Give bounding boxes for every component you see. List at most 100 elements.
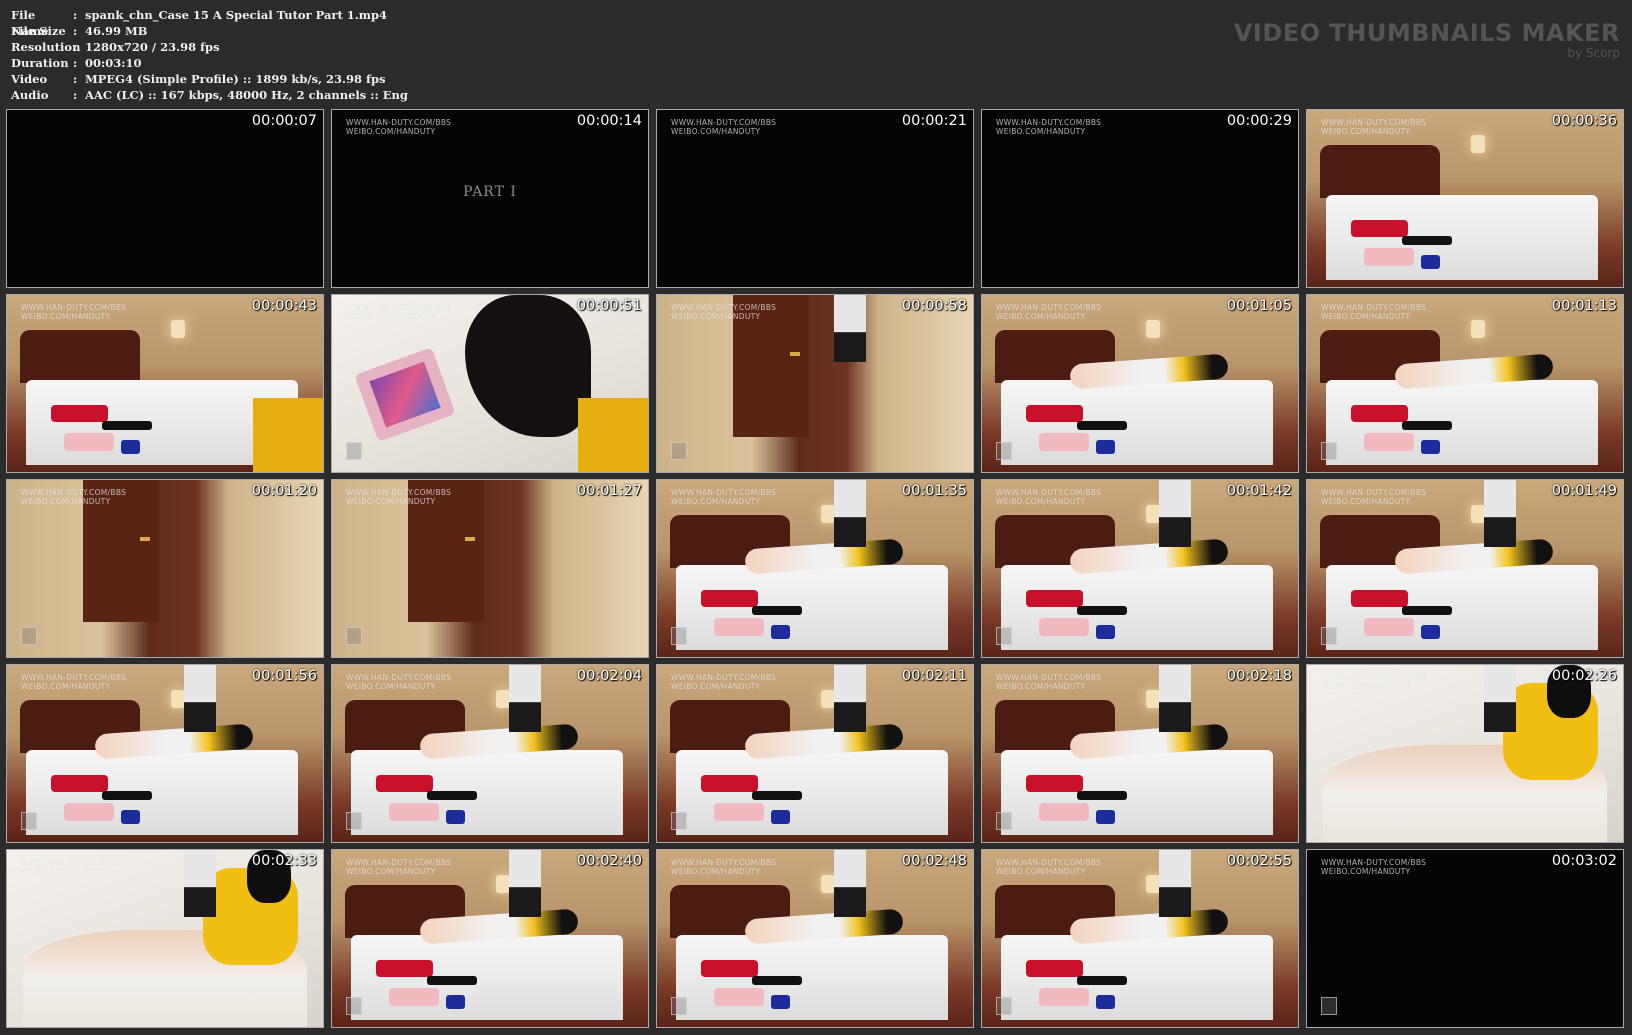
headboard <box>19 330 140 384</box>
site-watermark: WWW.HAN-DUTY.COM/BBS WEIBO.COM/HANDUTY <box>21 673 126 691</box>
watermark-line: WWW.HAN-DUTY.COM/BBS <box>1321 488 1427 497</box>
timestamp-label: 00:00:36 <box>1551 113 1617 129</box>
file-info-key: File Name <box>11 8 49 38</box>
pink-clothing <box>713 803 765 821</box>
pink-clothing <box>63 803 115 821</box>
timestamp-label: 00:00:14 <box>576 113 642 129</box>
headboard <box>1319 145 1440 199</box>
standing-person <box>1483 480 1516 548</box>
video-thumbnail: WWW.HAN-DUTY.COM/BBS WEIBO.COM/HANDUTY 00:… <box>331 479 649 658</box>
timestamp-label: 00:02:18 <box>1226 668 1292 684</box>
site-watermark: WWW.HAN-DUTY.COM/BBS WEIBO.COM/HANDUTY <box>671 488 776 506</box>
file-info-key: Audio <box>11 88 49 102</box>
bed <box>1325 564 1598 650</box>
watermark-line: WEIBO.COM/HANDUTY <box>346 497 436 506</box>
studio-logo <box>996 812 1012 830</box>
black-clothing <box>751 975 803 985</box>
blue-clothing <box>120 810 140 825</box>
studio-logo <box>671 812 687 830</box>
watermark-line: WEIBO.COM/HANDUTY <box>346 867 436 876</box>
site-watermark: WWW.HAN-DUTY.COM/BBS WEIBO.COM/HANDUTY <box>1321 303 1426 321</box>
standing-person <box>508 665 541 733</box>
watermark-line: WEIBO.COM/HANDUTY <box>346 127 436 136</box>
studio-logo <box>671 442 687 460</box>
blue-clothing <box>1420 625 1440 640</box>
blue-clothing <box>1095 625 1115 640</box>
red-clothing <box>51 404 109 423</box>
black-clothing <box>426 790 478 800</box>
video-thumbnail: WWW.HAN-DUTY.COM/BBS WEIBO.COM/HANDUTY 00:… <box>331 849 649 1028</box>
video-thumbnail: WWW.HAN-DUTY.COM/BBS WEIBO.COM/HANDUTY 00:… <box>656 294 974 473</box>
site-watermark: WWW.HAN-DUTY.COM/BBS WEIBO.COM/HANDUTY <box>346 488 451 506</box>
file-info-value: MPEG4 (Simple Profile) :: 1899 kb/s, 23.… <box>85 72 386 86</box>
site-watermark: WWW.HAN-DUTY.COM/BBS WEIBO.COM/HANDUTY <box>671 303 776 321</box>
watermark-line: WEIBO.COM/HANDUTY <box>671 867 761 876</box>
blue-clothing <box>1095 995 1115 1010</box>
watermark-line: WWW.HAN-DUTY.COM/BBS <box>346 858 452 867</box>
black-clothing <box>101 420 153 430</box>
red-clothing <box>1351 589 1409 608</box>
watermark-line: WEIBO.COM/HANDUTY <box>996 127 1086 136</box>
studio-logo <box>346 627 362 645</box>
video-thumbnail: 00:00:07 <box>6 109 324 288</box>
video-thumbnail: WWW.HAN-DUTY.COM/BBS WEIBO.COM/HANDUTY 00:… <box>1306 109 1624 288</box>
hair <box>464 295 592 437</box>
file-info-value: 1280x720 / 23.98 fps <box>85 40 220 54</box>
watermark-line: WEIBO.COM/HANDUTY <box>21 497 111 506</box>
site-watermark: WWW.HAN-DUTY.COM/BBS WEIBO.COM/HANDUTY <box>996 858 1101 876</box>
watermark-line: WWW.HAN-DUTY.COM/BBS <box>1321 118 1427 127</box>
lamp <box>171 319 186 338</box>
red-clothing <box>376 774 434 793</box>
door-handle <box>464 536 475 541</box>
site-watermark: WWW.HAN-DUTY.COM/BBS WEIBO.COM/HANDUTY <box>346 673 451 691</box>
file-info-separator: : <box>73 72 78 86</box>
watermark-line: WEIBO.COM/HANDUTY <box>1321 682 1411 691</box>
video-thumbnail: WWW.HAN-DUTY.COM/BBS WEIBO.COM/HANDUTY 00:… <box>1306 849 1624 1028</box>
tablet-screen <box>369 360 441 428</box>
studio-logo <box>1321 997 1337 1015</box>
pink-clothing <box>1038 988 1090 1006</box>
site-watermark: WWW.HAN-DUTY.COM/BBS WEIBO.COM/HANDUTY <box>1321 488 1426 506</box>
watermark-line: WWW.HAN-DUTY.COM/BBS <box>1321 673 1427 682</box>
file-info-panel: File Name: spank_chn_Case 15 A Special Tu… <box>11 7 408 103</box>
studio-logo <box>346 997 362 1015</box>
timestamp-label: 00:01:49 <box>1551 483 1617 499</box>
file-info-row: Resolution:1280x720 / 23.98 fps <box>11 39 408 55</box>
red-clothing <box>701 774 759 793</box>
file-info-separator: : <box>73 56 78 70</box>
site-watermark: WWW.HAN-DUTY.COM/BBS WEIBO.COM/HANDUTY <box>671 118 776 136</box>
timestamp-label: 00:02:33 <box>251 853 317 869</box>
video-thumbnail: WWW.HAN-DUTY.COM/BBS WEIBO.COM/HANDUTY 00:… <box>331 664 649 843</box>
video-thumbnail: WWW.HAN-DUTY.COM/BBS WEIBO.COM/HANDUTY 00:… <box>981 849 1299 1028</box>
watermark-line: WEIBO.COM/HANDUTY <box>996 682 1086 691</box>
pink-clothing <box>1038 803 1090 821</box>
red-clothing <box>1351 219 1409 238</box>
pink-clothing <box>1363 433 1415 451</box>
file-info-separator: : <box>73 24 78 38</box>
watermark-line: WWW.HAN-DUTY.COM/BBS <box>346 488 452 497</box>
video-thumbnail: WWW.HAN-DUTY.COM/BBS WEIBO.COM/HANDUTY 00:… <box>981 664 1299 843</box>
video-thumbnail: WWW.HAN-DUTY.COM/BBS WEIBO.COM/HANDUTY 00:… <box>656 664 974 843</box>
bed <box>675 749 948 835</box>
file-info-key: Video <box>11 72 48 86</box>
studio-logo <box>671 997 687 1015</box>
bed <box>350 749 623 835</box>
watermark-line: WEIBO.COM/HANDUTY <box>996 497 1086 506</box>
black-clothing <box>1401 605 1453 615</box>
standing-person <box>508 850 541 918</box>
watermark-line: WEIBO.COM/HANDUTY <box>21 867 111 876</box>
bed <box>1000 749 1273 835</box>
site-watermark: WWW.HAN-DUTY.COM/BBS WEIBO.COM/HANDUTY <box>996 488 1101 506</box>
watermark-line: WWW.HAN-DUTY.COM/BBS <box>996 303 1102 312</box>
watermark-line: WEIBO.COM/HANDUTY <box>996 312 1086 321</box>
site-watermark: WWW.HAN-DUTY.COM/BBS WEIBO.COM/HANDUTY <box>346 303 451 321</box>
brand-title: VIDEO THUMBNAILS MAKER <box>1233 19 1620 47</box>
watermark-line: WEIBO.COM/HANDUTY <box>996 867 1086 876</box>
bed <box>1325 379 1598 465</box>
red-clothing <box>1026 404 1084 423</box>
watermark-line: WEIBO.COM/HANDUTY <box>671 127 761 136</box>
studio-logo <box>996 997 1012 1015</box>
site-watermark: WWW.HAN-DUTY.COM/BBS WEIBO.COM/HANDUTY <box>1321 118 1426 136</box>
bed <box>675 934 948 1020</box>
file-info-value: 00:03:10 <box>85 56 142 70</box>
